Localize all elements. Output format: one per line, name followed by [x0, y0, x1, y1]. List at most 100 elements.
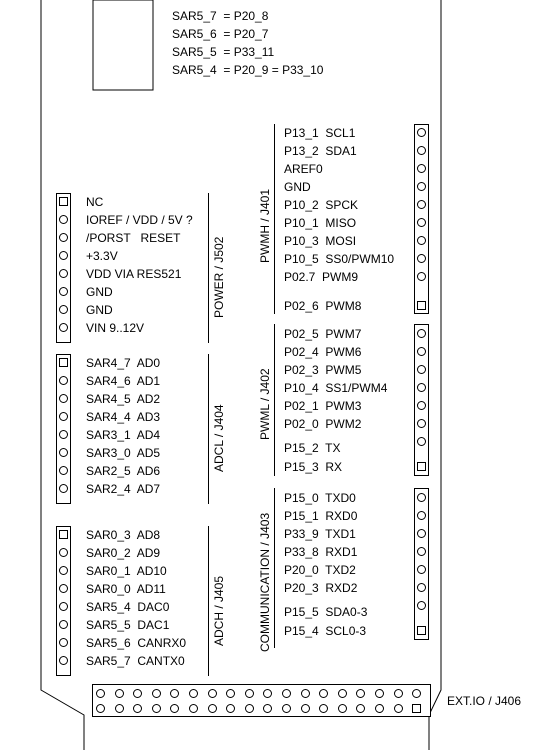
pin-round: [417, 401, 426, 410]
adcl-header-title: ADCL / J404: [212, 404, 226, 472]
pwmh-pin-label: P10_3 MOSI: [284, 234, 357, 248]
pwmh-pin-label: P02_6 PWM8: [284, 299, 362, 313]
power-pin-label: VDD VIA RES521: [86, 267, 182, 281]
adcl-pin-label: SAR4_7 AD0: [86, 356, 161, 370]
pin-round: [59, 548, 68, 557]
pin-round: [393, 689, 403, 698]
pin-round: [59, 656, 68, 665]
pin-round: [59, 620, 68, 629]
power-pin-label: GND: [86, 303, 113, 317]
pwml-pin-label: P02_0 PWM2: [284, 417, 362, 431]
power-group-line: [208, 193, 209, 343]
pin-round: [282, 689, 291, 698]
pin-round: [96, 704, 105, 713]
pin-round: [59, 430, 68, 439]
adcl-pin-label: SAR4_4 AD3: [86, 410, 161, 424]
comm-pin-label: P33_8 RXD1: [284, 545, 358, 559]
adch-pin-label: SAR5_5 DAC1: [86, 618, 170, 632]
adch-pin-label: SAR5_4 DAC0: [86, 600, 170, 614]
pin-round: [417, 437, 426, 446]
pin-round: [417, 146, 426, 155]
pin-round: [151, 704, 161, 713]
pin-square: [417, 462, 426, 471]
pin-round: [417, 236, 426, 245]
adcl-pin-label: SAR2_5 AD6: [86, 464, 161, 478]
adch-group-line: [208, 526, 209, 676]
pin-round: [417, 419, 426, 428]
adch-pin-label: SAR0_0 AD11: [86, 582, 166, 596]
comm-group-line: [274, 488, 275, 648]
power-pin-label: VIN 9..12V: [86, 321, 145, 335]
sar-mapping-label: SAR5_4 = P20_9 = P33_10: [172, 63, 324, 77]
adcl-pin-label: SAR4_6 AD1: [86, 374, 161, 388]
comm-header-title: COMMUNICATION / J403: [258, 512, 272, 652]
pin-round: [59, 376, 68, 385]
pin-round: [59, 394, 68, 403]
pin-round: [59, 602, 68, 611]
pin-square: [59, 197, 68, 206]
pwmh-pin-label: P13_2 SDA1: [284, 144, 357, 158]
pin-round: [96, 689, 105, 698]
pin-round: [300, 704, 310, 713]
pin-round: [375, 689, 384, 698]
pin-round: [337, 704, 347, 713]
pwmh-pin-label: P13_1 SCL1: [284, 126, 356, 140]
pwml-pin-label: P15_2 TX: [284, 441, 341, 455]
pin-round: [300, 689, 310, 698]
pin-round: [59, 323, 68, 332]
pwml-pin-label: P02_5 PWM7: [284, 327, 362, 341]
pwmh-header-title: PWMH / J401: [258, 188, 272, 263]
pin-round: [59, 412, 68, 421]
pin-round: [59, 215, 68, 224]
pwmh-pin-label: P10_5 SS0/PWM10: [284, 252, 395, 266]
sar-mapping-label: SAR5_6 = P20_7: [172, 27, 269, 41]
pin-round: [59, 251, 68, 260]
pin-round: [417, 254, 426, 263]
power-pin-label: GND: [86, 285, 113, 299]
pin-round: [151, 689, 161, 698]
pin-round: [417, 565, 426, 574]
adcl-pin-label: SAR2_4 AD7: [86, 482, 161, 496]
pwml-header-title: PWML / J402: [258, 368, 272, 440]
comm-pin-label: P15_0 TXD0: [284, 491, 356, 505]
pin-round: [417, 128, 426, 137]
pin-round: [417, 365, 426, 374]
pin-square: [59, 530, 68, 539]
component-outline: [92, 0, 154, 91]
pin-round: [417, 347, 426, 356]
pwml-pin-label: P10_4 SS1/PWM4: [284, 381, 388, 395]
pin-round: [337, 689, 347, 698]
pwml-pin-label: P15_3 RX: [284, 460, 343, 474]
adch-pin-label: SAR0_1 AD10: [86, 564, 167, 578]
pwmh-pin-label: GND: [284, 180, 311, 194]
pin-round: [59, 448, 68, 457]
pin-round: [189, 689, 198, 698]
pin-round: [417, 182, 426, 191]
pin-round: [244, 704, 254, 713]
pin-round: [244, 689, 254, 698]
pin-round: [59, 566, 68, 575]
pin-round: [282, 704, 291, 713]
pin-round: [417, 164, 426, 173]
pin-round: [207, 704, 217, 713]
adch-pin-label: SAR0_2 AD9: [86, 546, 161, 560]
pin-round: [189, 704, 198, 713]
comm-pin-label: P15_1 RXD0: [284, 509, 358, 523]
pin-round: [417, 511, 426, 520]
adch-header-title: ADCH / J405: [212, 575, 226, 646]
pin-square: [417, 626, 426, 635]
power-header-title: POWER / J502: [212, 236, 226, 318]
pin-round: [417, 200, 426, 209]
pin-round: [417, 583, 426, 592]
pin-round: [417, 383, 426, 392]
pin-round: [417, 493, 426, 502]
pin-round: [59, 233, 68, 242]
pin-square: [417, 301, 426, 310]
extio-header-title: EXT.IO / J406: [447, 694, 522, 708]
comm-pin-label: P15_4 SCL0-3: [284, 624, 367, 638]
sar-mapping-label: SAR5_5 = P33_11: [172, 45, 275, 59]
adch-pin-label: SAR5_7 CANTX0: [86, 654, 185, 668]
pwmh-pin-label: AREF0: [284, 162, 323, 176]
pin-square: [412, 704, 422, 713]
pin-round: [417, 601, 426, 610]
